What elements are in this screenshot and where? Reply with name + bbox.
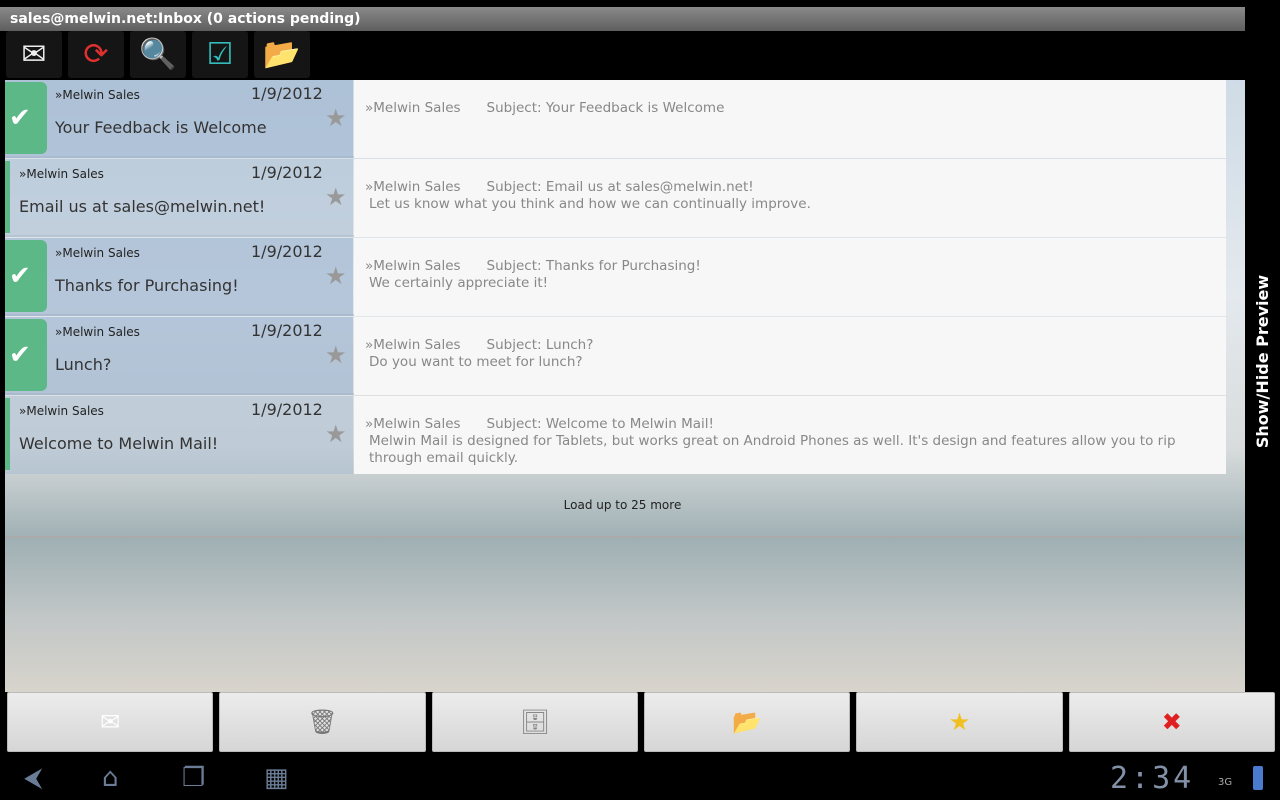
subject: Your Feedback is Welcome bbox=[55, 118, 267, 137]
move-button[interactable]: 📂 bbox=[643, 692, 851, 752]
action-bar: ✉ 🗑 🗄 📂 ★ ✖ bbox=[5, 692, 1277, 752]
sender: »Melwin Sales bbox=[19, 167, 104, 181]
archive-icon: 🗄 bbox=[519, 708, 551, 736]
message-summary[interactable]: »Melwin Sales 1/9/2012 Email us at sales… bbox=[5, 159, 353, 237]
date: 1/9/2012 bbox=[251, 84, 323, 103]
message-row[interactable]: ✔ »Melwin Sales 1/9/2012 Lunch? ★ »Melwi… bbox=[5, 317, 1226, 395]
preview-body: Do you want to meet for lunch? bbox=[369, 354, 583, 370]
load-more-button[interactable]: Load up to 25 more bbox=[5, 472, 1240, 538]
preview-subject: Subject: Your Feedback is Welcome bbox=[486, 100, 725, 116]
date: 1/9/2012 bbox=[251, 321, 323, 340]
menu-grid-icon[interactable]: ▦ bbox=[264, 763, 289, 793]
check-icon[interactable]: ✔ bbox=[5, 82, 47, 154]
search-icon: 🔍 bbox=[139, 37, 177, 72]
cancel-icon: ✖ bbox=[1161, 708, 1182, 736]
folders-button[interactable]: 📂 bbox=[254, 31, 310, 78]
select-list-button[interactable]: ☑ bbox=[192, 31, 248, 78]
mark-read-icon: ✉ bbox=[100, 708, 121, 736]
star-icon[interactable]: ★ bbox=[325, 341, 347, 369]
sender: »Melwin Sales bbox=[55, 246, 140, 260]
back-icon[interactable]: ⮜ bbox=[24, 763, 42, 794]
subject: Email us at sales@melwin.net! bbox=[19, 197, 266, 216]
message-summary[interactable]: »Melwin Sales 1/9/2012 Welcome to Melwin… bbox=[5, 396, 353, 474]
delete-button[interactable]: 🗑 bbox=[219, 692, 426, 752]
preview-subject: Subject: Welcome to Melwin Mail! bbox=[486, 416, 714, 432]
star-icon[interactable]: ★ bbox=[325, 420, 347, 448]
check-icon[interactable]: ✔ bbox=[5, 319, 47, 391]
star-button[interactable]: ★ bbox=[856, 692, 1063, 752]
search-button[interactable]: 🔍 bbox=[130, 31, 186, 78]
sender: »Melwin Sales bbox=[55, 88, 140, 102]
clock: 2:34 bbox=[1110, 761, 1195, 796]
preview-body: Let us know what you think and how we ca… bbox=[369, 196, 811, 212]
unchecked-marker[interactable] bbox=[5, 398, 10, 470]
battery-icon bbox=[1253, 766, 1263, 790]
preview-sender: »Melwin Sales bbox=[365, 416, 461, 432]
preview-subject: Subject: Thanks for Purchasing! bbox=[486, 258, 701, 274]
cancel-button[interactable]: ✖ bbox=[1068, 692, 1275, 752]
compose-button[interactable]: ✉ bbox=[6, 31, 62, 78]
delete-icon: 🗑 bbox=[307, 708, 338, 736]
message-preview[interactable]: »Melwin Sales Subject: Welcome to Melwin … bbox=[354, 396, 1226, 474]
recent-apps-icon[interactable]: ❐ bbox=[182, 763, 205, 793]
preview-sender: »Melwin Sales bbox=[365, 258, 461, 274]
system-nav-bar: ⮜ ⌂ ❐ ▦ 2:34 3G bbox=[0, 757, 1280, 800]
select-list-icon: ☑ bbox=[206, 37, 234, 72]
preview-subject: Subject: Email us at sales@melwin.net! bbox=[486, 179, 754, 195]
archive-button[interactable]: 🗄 bbox=[431, 692, 638, 752]
star-icon[interactable]: ★ bbox=[325, 104, 347, 132]
sender: »Melwin Sales bbox=[55, 325, 140, 339]
preview-sender: »Melwin Sales bbox=[365, 179, 461, 195]
preview-sender: »Melwin Sales bbox=[365, 100, 461, 116]
subject: Welcome to Melwin Mail! bbox=[19, 434, 219, 453]
preview-toggle-button[interactable]: Show/Hide Preview bbox=[1245, 31, 1280, 692]
unchecked-marker[interactable] bbox=[5, 161, 10, 233]
preview-toggle-label: Show/Hide Preview bbox=[1253, 274, 1273, 449]
preview-body: Melwin Mail is designed for Tablets, but… bbox=[369, 433, 1176, 466]
message-summary[interactable]: ✔ »Melwin Sales 1/9/2012 Lunch? ★ bbox=[5, 317, 353, 395]
message-row[interactable]: ✔ »Melwin Sales 1/9/2012 Your Feedback i… bbox=[5, 80, 1226, 158]
date: 1/9/2012 bbox=[251, 242, 323, 261]
preview-body: We certainly appreciate it! bbox=[369, 275, 549, 291]
subject: Lunch? bbox=[55, 355, 112, 374]
window-title: sales@melwin.net:Inbox (0 actions pendin… bbox=[0, 7, 1245, 31]
mark-read-button[interactable]: ✉ bbox=[7, 692, 214, 752]
sync-icon: ⟳ bbox=[83, 37, 109, 72]
message-preview[interactable]: »Melwin Sales Subject: Email us at sales@… bbox=[354, 159, 1226, 237]
toolbar: ✉ ⟳ 🔍 ☑ 📂 bbox=[0, 31, 1245, 80]
sync-button[interactable]: ⟳ bbox=[68, 31, 124, 78]
message-preview[interactable]: »Melwin Sales Subject: Thanks for Purchas… bbox=[354, 238, 1226, 316]
date: 1/9/2012 bbox=[251, 400, 323, 419]
check-icon[interactable]: ✔ bbox=[5, 240, 47, 312]
message-preview[interactable]: »Melwin Sales Subject: Your Feedback is W… bbox=[354, 80, 1226, 158]
message-row[interactable]: »Melwin Sales 1/9/2012 Welcome to Melwin… bbox=[5, 396, 1226, 474]
sender: »Melwin Sales bbox=[19, 404, 104, 418]
home-icon[interactable]: ⌂ bbox=[102, 763, 119, 793]
star-icon[interactable]: ★ bbox=[325, 262, 347, 290]
subject: Thanks for Purchasing! bbox=[55, 276, 239, 295]
star-icon[interactable]: ★ bbox=[325, 183, 347, 211]
compose-icon: ✉ bbox=[21, 37, 47, 72]
star-icon: ★ bbox=[948, 708, 971, 736]
date: 1/9/2012 bbox=[251, 163, 323, 182]
folders-icon: 📂 bbox=[263, 37, 301, 72]
preview-sender: »Melwin Sales bbox=[365, 337, 461, 353]
move-icon: 📂 bbox=[732, 708, 763, 736]
message-summary[interactable]: ✔ »Melwin Sales 1/9/2012 Thanks for Purc… bbox=[5, 238, 353, 316]
message-summary[interactable]: ✔ »Melwin Sales 1/9/2012 Your Feedback i… bbox=[5, 80, 353, 158]
preview-subject: Subject: Lunch? bbox=[486, 337, 594, 353]
message-row[interactable]: »Melwin Sales 1/9/2012 Email us at sales… bbox=[5, 159, 1226, 237]
message-row[interactable]: ✔ »Melwin Sales 1/9/2012 Thanks for Purc… bbox=[5, 238, 1226, 316]
message-preview[interactable]: »Melwin Sales Subject: Lunch? Do you want … bbox=[354, 317, 1226, 395]
network-indicator: 3G bbox=[1218, 777, 1233, 788]
